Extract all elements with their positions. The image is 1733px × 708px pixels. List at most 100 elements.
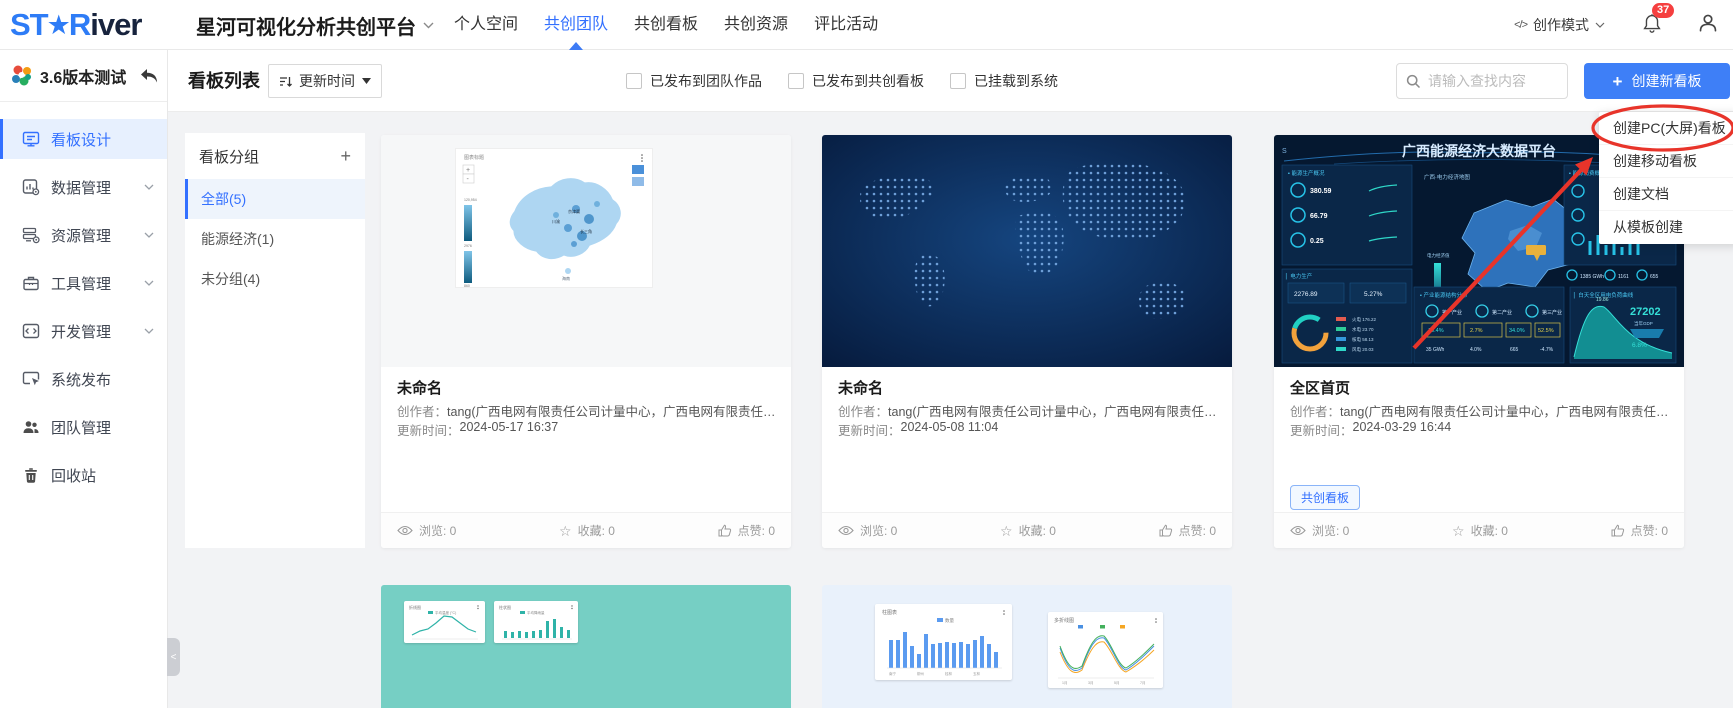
board-card-footer: 浏览: 0 ☆ 收藏: 0 点赞: 0 [1274, 512, 1684, 548]
main-content: 看板列表 更新时间 已发布到团队作品 已发布到共创看板 已挂载到系统 [168, 50, 1733, 708]
svg-text:平均温度 (°C): 平均温度 (°C) [435, 610, 456, 615]
svg-text:+: + [466, 167, 470, 174]
co-board-badge: 共创看板 [1290, 485, 1360, 510]
sidebar-item-tool-management[interactable]: 工具管理 [0, 263, 167, 303]
group-item-all[interactable]: 全部(5) [185, 179, 365, 219]
filter-mounted-system[interactable]: 已挂载到系统 [950, 71, 1058, 91]
board-updated-row: 更新时间： 2024-03-29 16:44 [1290, 420, 1672, 439]
group-item-ungrouped[interactable]: 未分组(4) [185, 259, 365, 299]
svg-text:5月: 5月 [1114, 680, 1119, 685]
sidebar-item-label: 开发管理 [51, 321, 111, 342]
stariver-logo[interactable]: ST★River [10, 4, 141, 46]
create-board-button[interactable]: + 创建新看板 [1584, 63, 1730, 99]
search-box [1396, 63, 1568, 99]
likes-stat[interactable]: 点赞: 0 [1159, 522, 1216, 539]
svg-text:图表标题: 图表标题 [464, 154, 484, 161]
favorites-stat[interactable]: ☆ 收藏: 0 [559, 522, 615, 539]
chevron-down-icon [144, 328, 154, 334]
board-creator-row: 创作者： tang(广西电网有限责任公司计量中心，广西电网有限责任公... [1290, 401, 1672, 420]
nav-co-resource[interactable]: 共创资源 [722, 0, 790, 50]
back-arrow-icon[interactable] [139, 67, 159, 85]
svg-text:水电 23.70: 水电 23.70 [1352, 326, 1374, 332]
menu-item-create-document[interactable]: 创建文档 [1599, 178, 1733, 211]
board-title[interactable]: 未命名 [838, 377, 883, 398]
favorites-stat[interactable]: ☆ 收藏: 0 [1000, 522, 1056, 539]
board-design-icon [22, 130, 40, 148]
notifications-button[interactable]: 37 [1641, 11, 1665, 39]
create-board-menu: 创建PC(大屏)看板 创建移动看板 创建文档 从模板创建 [1599, 112, 1733, 244]
sidebar-item-dev-management[interactable]: 开发管理 [0, 311, 167, 351]
board-title[interactable]: 未命名 [397, 377, 442, 398]
sidebar-item-board-design[interactable]: 看板设计 [0, 119, 167, 159]
svg-text:玉林: 玉林 [973, 671, 981, 676]
sort-dropdown[interactable]: 更新时间 [268, 64, 382, 98]
svg-text:柳州: 柳州 [917, 671, 925, 676]
sidebar-item-label: 团队管理 [51, 417, 111, 438]
board-card-4[interactable]: 折线图 平均温度 (°C) 柱状图 平均降雨量 [381, 585, 791, 708]
svg-text:2976: 2976 [464, 244, 472, 248]
svg-text:核电 58.13: 核电 58.13 [1352, 336, 1374, 343]
svg-text:35 GWh: 35 GWh [1426, 347, 1445, 353]
sidebar-item-team-management[interactable]: 团队管理 [0, 407, 167, 447]
likes-stat[interactable]: 点赞: 0 [718, 522, 775, 539]
svg-text:桂林: 桂林 [945, 671, 953, 676]
sidebar-item-data-management[interactable]: 数据管理 [0, 167, 167, 207]
nav-review-activity[interactable]: 评比活动 [812, 0, 880, 50]
sidebar-item-label: 系统发布 [51, 369, 111, 390]
platform-title[interactable]: 星河可视化分析共创平台 [196, 0, 434, 50]
tool-management-icon [22, 274, 40, 292]
add-group-button[interactable]: + [340, 147, 351, 165]
board-card-1[interactable]: 图表标题 + - 京津冀长三角川渝 海南 120,9542976 860 未命名 [381, 135, 791, 548]
svg-text:柱图表: 柱图表 [882, 609, 897, 616]
menu-item-create-mobile-board[interactable]: 创建移动看板 [1599, 145, 1733, 178]
svg-text:风电 20.03: 风电 20.03 [1352, 346, 1374, 353]
checkbox[interactable] [950, 73, 966, 89]
board-card-5[interactable]: 柱图表 数量 南宁柳州桂林玉林 多折线图 [822, 585, 1232, 708]
board-title[interactable]: 全区首页 [1290, 377, 1350, 398]
filter-published-team[interactable]: 已发布到团队作品 [626, 71, 762, 91]
menu-item-create-pc-board[interactable]: 创建PC(大屏)看板 [1599, 112, 1733, 145]
team-name: 3.6版本测试 [40, 64, 139, 88]
svg-text:52.5%: 52.5% [1538, 328, 1554, 334]
nav-co-board[interactable]: 共创看板 [632, 0, 700, 50]
checkbox[interactable] [626, 73, 642, 89]
svg-text:南宁: 南宁 [889, 671, 897, 676]
group-item-energy[interactable]: 能源经济(1) [185, 219, 365, 259]
sidebar-item-resource-management[interactable]: 资源管理 [0, 215, 167, 255]
nav-personal-space[interactable]: 个人空间 [452, 0, 520, 50]
views-stat[interactable]: 浏览: 0 [838, 522, 897, 539]
svg-text:▪ 能源生产概况: ▪ 能源生产概况 [1288, 169, 1325, 177]
svg-text:4.0%: 4.0% [1470, 347, 1482, 353]
svg-text:京津冀: 京津冀 [568, 208, 580, 214]
svg-text:2.7%: 2.7% [1470, 328, 1483, 334]
board-groups-panel: 看板分组 + 全部(5) 能源经济(1) 未分组(4) [185, 133, 365, 548]
sidebar-item-recycle-bin[interactable]: 回收站 [0, 455, 167, 495]
svg-text:5.27%: 5.27% [1364, 291, 1383, 298]
likes-stat[interactable]: 点赞: 0 [1611, 522, 1668, 539]
filter-published-coboard[interactable]: 已发布到共创看板 [788, 71, 924, 91]
favorites-stat[interactable]: ☆ 收藏: 0 [1452, 522, 1508, 539]
search-input[interactable] [1428, 73, 1548, 89]
checkbox[interactable] [788, 73, 804, 89]
views-stat[interactable]: 浏览: 0 [397, 522, 456, 539]
board-card-2[interactable]: 未命名 创作者： tang(广西电网有限责任公司计量中心，广西电网有限责任公..… [822, 135, 1232, 548]
svg-text:860: 860 [464, 284, 470, 287]
nav-co-team[interactable]: 共创团队 [542, 0, 610, 50]
board-thumbnail[interactable] [822, 135, 1232, 367]
mini-bar-chart-panel: 柱状图 平均降雨量 [494, 601, 578, 643]
sidebar-collapse-handle[interactable]: < [167, 638, 180, 676]
thumbs-up-icon [1159, 524, 1173, 537]
menu-item-create-from-template[interactable]: 从模板创建 [1599, 211, 1733, 244]
creation-mode-switcher[interactable]: </> 创作模式 [1514, 15, 1605, 35]
svg-text:1385 GWh: 1385 GWh [1580, 274, 1604, 280]
notification-badge: 37 [1652, 3, 1674, 18]
team-switcher[interactable]: 3.6版本测试 [0, 50, 167, 102]
top-nav: 个人空间 共创团队 共创看板 共创资源 评比活动 [452, 0, 880, 50]
svg-text:川渝: 川渝 [552, 218, 560, 224]
mini-line-chart-panel: 折线图 平均温度 (°C) [404, 601, 485, 643]
board-thumbnail[interactable]: 图表标题 + - 京津冀长三角川渝 海南 120,9542976 860 [381, 135, 791, 367]
user-menu-button[interactable] [1697, 12, 1719, 39]
views-stat[interactable]: 浏览: 0 [1290, 522, 1349, 539]
sidebar-item-system-publish[interactable]: 系统发布 [0, 359, 167, 399]
chevron-down-icon [1595, 22, 1605, 28]
